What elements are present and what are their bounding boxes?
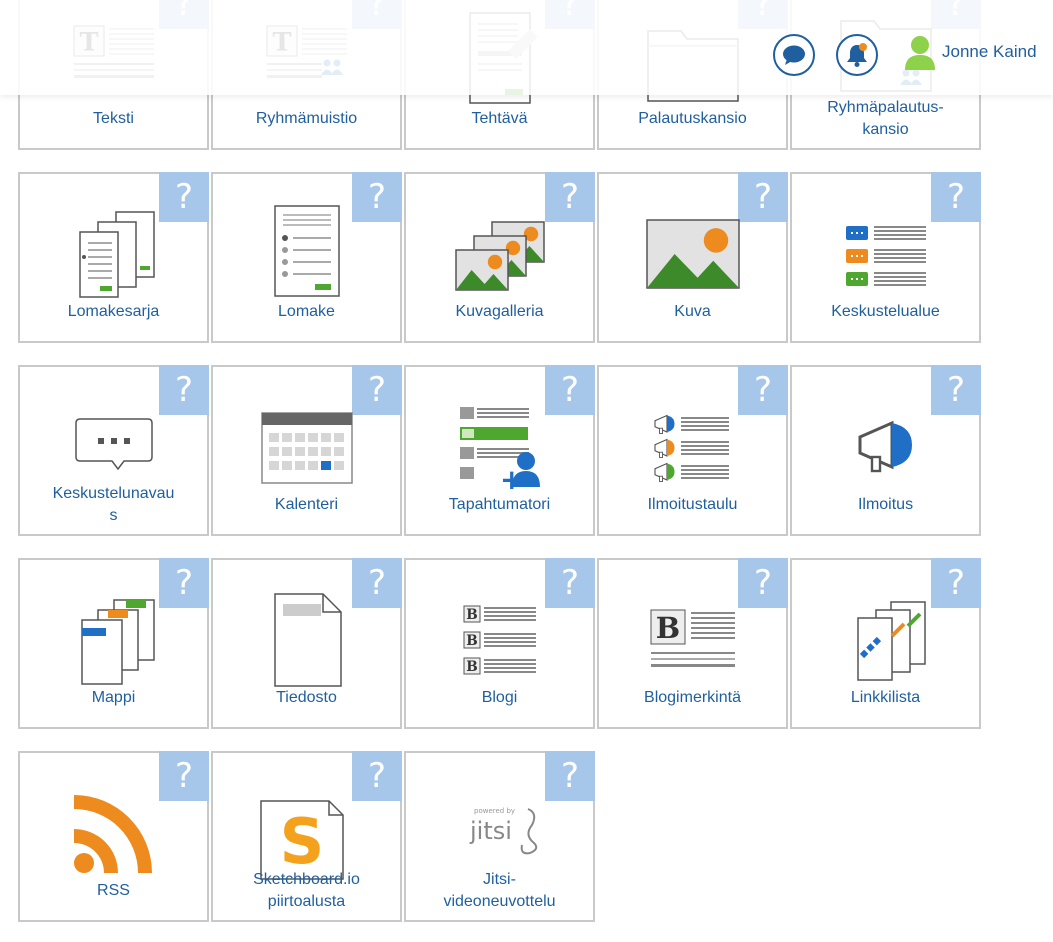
tile-notice-board[interactable]: ? Ilmoitustaulu	[597, 365, 788, 536]
tile-label: Ryhmäpalautus- kansio	[827, 99, 944, 138]
tile-label: Teksti	[93, 110, 134, 127]
user-avatar-icon	[905, 36, 935, 70]
svg-text:B: B	[466, 633, 478, 649]
tile-label: Keskustelunavau s	[52, 485, 175, 524]
tile-label: Tehtävä	[471, 110, 528, 127]
bell-icon	[847, 43, 867, 67]
notifications-button[interactable]	[836, 34, 878, 76]
tile-label: Mappi	[91, 689, 136, 706]
user-menu[interactable]: Jonne Kaind	[904, 32, 1037, 72]
jitsi-powered-by: powered by	[474, 807, 515, 815]
tile-label: Tiedosto	[276, 689, 337, 706]
tile-label: Blogi	[481, 689, 518, 706]
tile-announcement[interactable]: ? Ilmoitus	[790, 365, 981, 536]
tile-sketchboard[interactable]: ? S Sketchboard.io piirtoalusta	[211, 751, 402, 922]
tile-image[interactable]: ? Kuva	[597, 172, 788, 343]
tile-binder[interactable]: ? Mappi	[18, 558, 209, 729]
jitsi-logo-text: jitsi	[469, 817, 512, 845]
tile-label: Kuva	[674, 303, 711, 320]
tile-rss[interactable]: ? RSS	[18, 751, 209, 922]
tile-form[interactable]: ? Lomake	[211, 172, 402, 343]
tile-event-market[interactable]: ? + Tapahtumatori	[404, 365, 595, 536]
tile-label: Ryhmämuistio	[255, 110, 358, 127]
tile-blog[interactable]: ? B B B Blogi	[404, 558, 595, 729]
tile-link-list[interactable]: ? Linkkilista	[790, 558, 981, 729]
svg-text:B: B	[655, 611, 679, 645]
tile-label: Lomake	[278, 303, 335, 320]
tile-label: Ilmoitus	[857, 496, 914, 513]
tile-label: Lomakesarja	[67, 303, 160, 320]
tile-label: Sketchboard.io piirtoalusta	[253, 871, 360, 910]
user-name: Jonne Kaind	[942, 42, 1037, 61]
tile-calendar[interactable]: ? Kalenteri	[211, 365, 402, 536]
tile-discussion-area[interactable]: ? Keskustelualue	[790, 172, 981, 343]
svg-text:B: B	[466, 607, 478, 623]
tool-grid: ?TTeksti?TRyhmämuistio?Tehtävä?Palautusk…	[18, 0, 981, 942]
tile-label: Jitsi- videoneuvottelu	[443, 871, 556, 910]
tile-discussion-thread[interactable]: ? Keskustelunavau s	[18, 365, 209, 536]
tile-label: Kalenteri	[274, 496, 339, 513]
tile-file[interactable]: ? Tiedosto	[211, 558, 402, 729]
tile-label: Kuvagalleria	[455, 303, 544, 320]
top-bar: Jonne Kaind	[0, 0, 1053, 95]
tile-label: Palautuskansio	[638, 110, 747, 127]
tile-jitsi[interactable]: ? powered by jitsi Jitsi- videoneuvottelu	[404, 751, 595, 922]
tile-label: Tapahtumatori	[448, 496, 551, 513]
tile-label: Linkkilista	[850, 689, 921, 706]
chat-bubble-icon	[783, 45, 805, 65]
tile-label: RSS	[97, 882, 130, 899]
tile-form-series[interactable]: ? Lomakesarja	[18, 172, 209, 343]
tile-image-gallery[interactable]: ? Kuvagalleria	[404, 172, 595, 343]
tile-label: Keskustelualue	[831, 303, 940, 320]
tile-label: Blogimerkintä	[644, 689, 741, 706]
tile-label: Ilmoitustaulu	[647, 496, 738, 513]
chat-button[interactable]	[773, 34, 815, 76]
tile-blog-entry[interactable]: ? B Blogimerkintä	[597, 558, 788, 729]
